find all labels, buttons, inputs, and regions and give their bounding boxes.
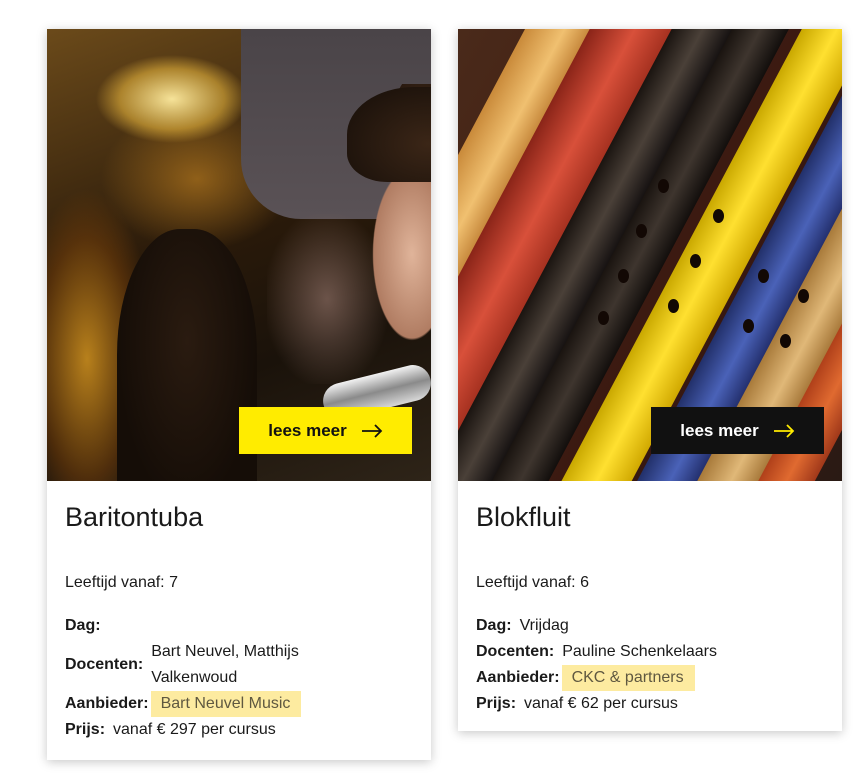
- teachers-label: Docenten:: [476, 643, 555, 660]
- price-field: Prijs: vanaf € 62 per cursus: [476, 691, 824, 717]
- provider-label: Aanbieder:: [476, 669, 560, 686]
- day-label: Dag:: [476, 617, 512, 634]
- teachers-field: Docenten: Bart Neuvel, Matthijs Valkenwo…: [65, 639, 413, 691]
- day-field: Dag: Vrijdag: [476, 613, 824, 639]
- day-label: Dag:: [65, 617, 101, 634]
- lees-meer-label: lees meer: [680, 420, 759, 440]
- teachers-field: Docenten: Pauline Schenkelaars: [476, 639, 824, 665]
- course-card-baritontuba: lees meer Baritontuba Leeftijd vanaf: 7 …: [47, 29, 431, 760]
- provider-link[interactable]: CKC & partners: [561, 665, 695, 691]
- teachers-value: Pauline Schenkelaars: [562, 643, 717, 660]
- arrow-right-icon: [361, 423, 382, 438]
- provider-field: Aanbieder: CKC & partners: [476, 665, 824, 691]
- lees-meer-label: lees meer: [268, 420, 347, 440]
- teachers-value-line1: Bart Neuvel, Matthijs: [151, 643, 299, 660]
- provider-field: Aanbieder: Bart Neuvel Music: [65, 691, 413, 717]
- age-info: Leeftijd vanaf: 7: [65, 574, 178, 591]
- lees-meer-button[interactable]: lees meer: [239, 407, 412, 454]
- day-field: Dag:: [65, 613, 413, 639]
- course-image-baritontuba[interactable]: lees meer: [47, 29, 431, 481]
- price-label: Prijs:: [476, 695, 517, 712]
- provider-label: Aanbieder:: [65, 695, 149, 712]
- lees-meer-button[interactable]: lees meer: [651, 407, 824, 454]
- price-label: Prijs:: [65, 721, 106, 738]
- teachers-label: Docenten:: [65, 656, 144, 673]
- course-image-blokfluit[interactable]: lees meer: [458, 29, 842, 481]
- arrow-right-icon: [773, 423, 794, 438]
- provider-link[interactable]: Bart Neuvel Music: [150, 691, 302, 717]
- teachers-value: Bart Neuvel, Matthijs Valkenwoud: [151, 639, 299, 691]
- day-value: Vrijdag: [519, 617, 569, 634]
- price-field: Prijs: vanaf € 297 per cursus: [65, 717, 413, 743]
- age-info: Leeftijd vanaf: 6: [476, 574, 589, 591]
- course-card-blokfluit: lees meer Blokfluit Leeftijd vanaf: 6 Da…: [458, 29, 842, 731]
- teachers-value-line2: Valkenwoud: [151, 669, 238, 686]
- price-value: vanaf € 62 per cursus: [524, 695, 678, 712]
- price-value: vanaf € 297 per cursus: [113, 721, 276, 738]
- course-title: Blokfluit: [476, 502, 571, 532]
- course-title: Baritontuba: [65, 502, 204, 532]
